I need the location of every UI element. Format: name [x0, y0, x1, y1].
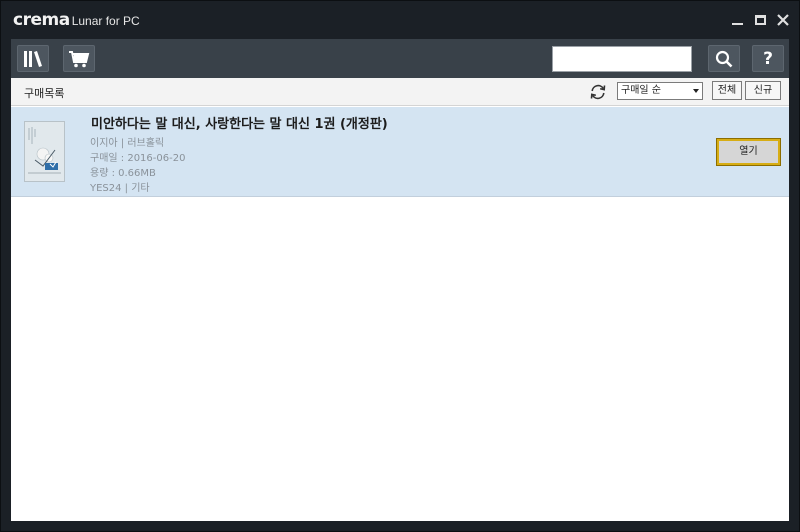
store-button[interactable] — [63, 45, 95, 72]
chevron-down-icon — [693, 89, 699, 93]
close-icon — [777, 14, 789, 26]
maximize-icon — [754, 15, 766, 25]
refresh-icon[interactable] — [589, 83, 607, 101]
search-icon — [715, 50, 733, 67]
toolbar: ? — [11, 39, 789, 78]
minimize-icon — [731, 23, 743, 25]
section-title: 구매목록 — [24, 87, 65, 100]
purchase-list-panel: 구매목록 구매일 순 전체 신규 미안하다는 말 대신, 사랑한다는 말 대신 … — [11, 78, 789, 521]
book-file-size: 용량 : 0.66MB — [90, 168, 156, 179]
close-button[interactable] — [774, 11, 792, 29]
book-purchase-date: 구매일 : 2016-06-20 — [90, 153, 186, 164]
book-store-category: YES24 | 기타 — [90, 183, 150, 194]
filter-all-button[interactable]: 전체 — [712, 81, 742, 100]
book-cover-art-icon — [25, 122, 64, 181]
app-window: crema Lunar for PC ? 구매목록 구매일 순 전체 신규 미안… — [0, 0, 800, 532]
title-bar[interactable]: crema Lunar for PC — [1, 1, 799, 39]
help-button[interactable]: ? — [752, 45, 784, 72]
cart-icon — [69, 50, 90, 67]
sort-selected-value: 구매일 순 — [621, 85, 661, 96]
open-book-button[interactable]: 열기 — [716, 138, 781, 166]
book-author-publisher: 이지아 | 러브홀릭 — [90, 138, 165, 149]
app-title: crema Lunar for PC — [13, 10, 140, 32]
list-item[interactable]: 미안하다는 말 대신, 사랑한다는 말 대신 1권 (개정판) 이지아 | 러브… — [11, 107, 789, 197]
library-button[interactable] — [17, 45, 49, 72]
search-input[interactable] — [552, 46, 692, 72]
minimize-button[interactable] — [728, 11, 746, 29]
list-header-bar: 구매목록 구매일 순 전체 신규 — [11, 78, 789, 106]
help-icon: ? — [763, 48, 773, 69]
sort-dropdown[interactable]: 구매일 순 — [617, 82, 703, 100]
book-cover-image[interactable] — [24, 121, 65, 182]
brand-name: crema — [13, 10, 70, 30]
maximize-button[interactable] — [751, 11, 769, 29]
brand-subtitle: Lunar for PC — [71, 14, 140, 28]
search-button[interactable] — [708, 45, 740, 72]
book-title[interactable]: 미안하다는 말 대신, 사랑한다는 말 대신 1권 (개정판) — [91, 113, 388, 132]
library-icon — [24, 50, 42, 67]
filter-new-button[interactable]: 신규 — [745, 81, 781, 100]
